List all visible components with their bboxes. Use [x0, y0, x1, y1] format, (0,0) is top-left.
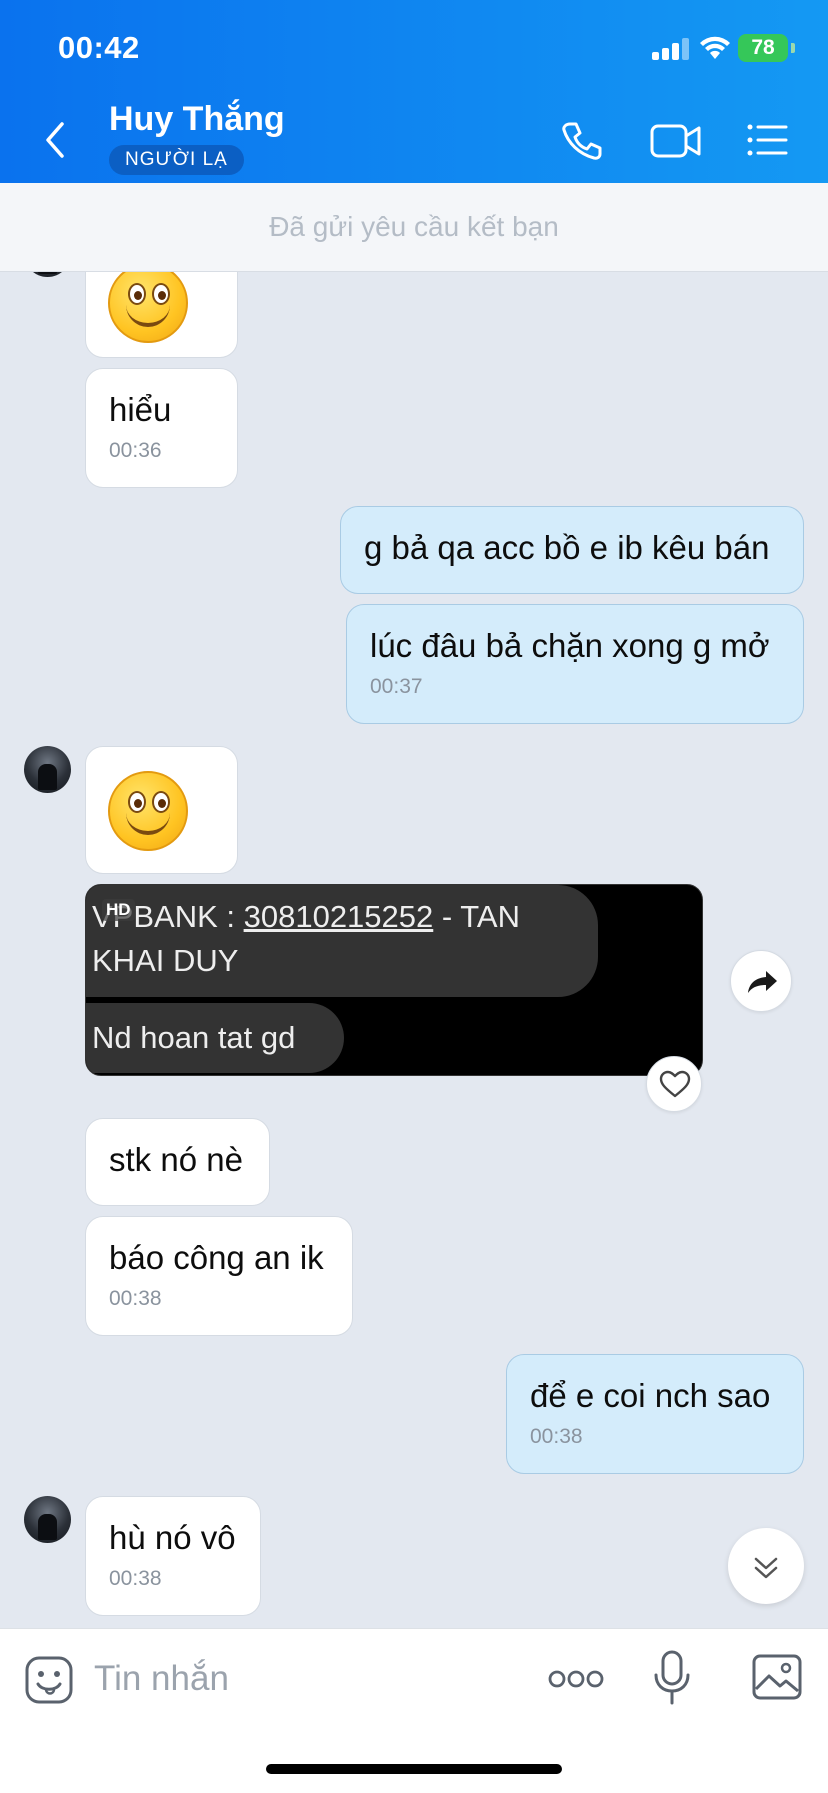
account-number: 30810215252: [243, 899, 434, 934]
smiley-icon: [108, 771, 188, 851]
avatar[interactable]: [24, 272, 71, 277]
sticker-message[interactable]: [85, 272, 238, 358]
message-time: 00:37: [370, 675, 423, 698]
chat-area[interactable]: hiểu 00:36 g bả qa acc bồ e ib kêu bán l…: [0, 272, 828, 1628]
mic-icon[interactable]: [652, 1649, 692, 1707]
message-bubble[interactable]: stk nó nè: [85, 1118, 270, 1206]
battery-nub: [791, 43, 795, 53]
phone-icon[interactable]: [560, 118, 604, 162]
message-text: hiểu: [109, 391, 172, 428]
forward-button[interactable]: [730, 950, 792, 1012]
message-bubble[interactable]: hiểu 00:36: [85, 368, 238, 488]
battery-indicator: 78: [738, 34, 788, 62]
avatar[interactable]: [24, 1496, 71, 1543]
message-bubble[interactable]: báo công an ik 00:38: [85, 1216, 353, 1336]
scroll-down-icon: [754, 1557, 778, 1579]
message-time: 00:38: [530, 1425, 583, 1448]
friend-request-status: Đã gửi yêu cầu kết bạn: [0, 183, 828, 272]
message-input[interactable]: Tin nhắn: [94, 1659, 229, 1699]
message-text: g bả qa acc bồ e ib kêu bán: [364, 529, 770, 566]
message-time: 00:38: [109, 1567, 162, 1590]
smiley-icon: [108, 272, 188, 343]
bank-name-suffix: - TAN: [433, 899, 520, 934]
message-bubble[interactable]: hù nó vô 00:38: [85, 1496, 261, 1616]
heart-icon: [659, 1070, 691, 1098]
more-icon[interactable]: [548, 1667, 604, 1691]
chat-header: 00:42 78 Huy Thắng NGƯỜI LẠ: [0, 0, 828, 183]
menu-icon[interactable]: [746, 118, 788, 162]
transfer-note: Nd hoan tat gd: [86, 1003, 344, 1073]
message-bubble-mine[interactable]: lúc đâu bả chặn xong g mở 00:37: [346, 604, 804, 724]
image-icon[interactable]: [752, 1653, 802, 1701]
message-text: stk nó nè: [109, 1141, 243, 1178]
stranger-badge: NGƯỜI LẠ: [109, 145, 244, 175]
message-bubble-mine[interactable]: để e coi nch sao 00:38: [506, 1354, 804, 1474]
message-text: báo công an ik: [109, 1239, 324, 1276]
forward-icon: [748, 971, 777, 993]
account-holder: KHAI DUY: [92, 943, 239, 978]
image-message[interactable]: VPBANK : 30810215252 - TAN KHAI DUY Nd h…: [85, 884, 703, 1076]
back-icon[interactable]: [40, 118, 70, 162]
wifi-icon: [700, 36, 730, 59]
message-bubble-mine[interactable]: g bả qa acc bồ e ib kêu bán: [340, 506, 804, 594]
sticker-message[interactable]: [85, 746, 238, 874]
scroll-down-button[interactable]: [728, 1528, 804, 1604]
message-text: lúc đâu bả chặn xong g mở: [370, 627, 770, 664]
message-time: 00:36: [109, 439, 162, 462]
signal-icon: [652, 38, 689, 60]
status-time: 00:42: [58, 30, 140, 65]
message-text: hù nó vô: [109, 1519, 236, 1556]
image-text-block: VPBANK : 30810215252 - TAN KHAI DUY: [86, 885, 598, 997]
home-indicator: [266, 1764, 562, 1774]
contact-name[interactable]: Huy Thắng: [109, 100, 285, 139]
avatar[interactable]: [24, 746, 71, 793]
hd-badge: HD: [102, 899, 135, 921]
like-button[interactable]: [646, 1056, 702, 1112]
video-icon[interactable]: [650, 118, 702, 162]
message-time: 00:38: [109, 1287, 162, 1310]
sticker-icon[interactable]: [24, 1655, 74, 1705]
message-text: để e coi nch sao: [530, 1377, 771, 1414]
